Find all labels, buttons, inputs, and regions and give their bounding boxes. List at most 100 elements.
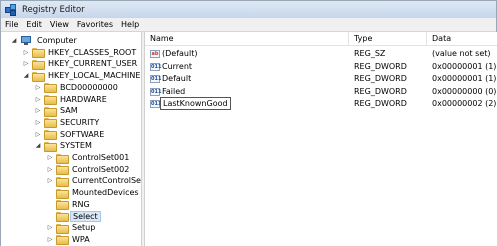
expand-arrow-icon[interactable]: ▷ (34, 95, 42, 103)
menu-help[interactable]: Help (117, 18, 143, 31)
value-data: 0x00000000 (0) (432, 86, 497, 96)
binary-value-icon: 011 (150, 87, 162, 96)
tree-item[interactable]: ▷MountedDevices (46, 187, 141, 199)
expand-arrow-icon[interactable]: ▷ (22, 48, 30, 56)
tree-item-label: MountedDevices (72, 188, 139, 198)
tree-item[interactable]: ▷ SOFTWARE (34, 129, 106, 141)
folder-icon (44, 118, 57, 129)
menu-favorites[interactable]: Favorites (73, 18, 117, 31)
value-row[interactable]: ab (Default) REG_SZ (value not set) (145, 48, 497, 60)
folder-icon (56, 188, 69, 199)
tree-item-label: HKEY_CLASSES_ROOT (48, 47, 137, 57)
expand-arrow-icon[interactable]: ▷ (34, 107, 42, 115)
value-data: 0x00000002 (2) (432, 99, 497, 109)
tree-item[interactable]: ▷ WPA (46, 234, 92, 246)
rename-field[interactable]: LastKnownGood (160, 97, 231, 111)
expand-arrow-icon[interactable]: ▷ (34, 83, 42, 91)
registry-editor-window: Registry Editor File Edit View Favorites… (0, 0, 497, 246)
value-type: REG_SZ (354, 49, 386, 58)
tree-item[interactable]: ▷ SAM (34, 105, 80, 117)
expand-arrow-icon[interactable]: ▷ (46, 154, 54, 162)
folder-icon (56, 223, 69, 234)
folder-icon (32, 59, 45, 70)
menu-file[interactable]: File (1, 18, 22, 31)
value-row[interactable]: 011 Current REG_DWORD 0x00000001 (1) (145, 61, 497, 73)
string-value-icon: ab (150, 50, 160, 58)
folder-icon (56, 212, 69, 222)
tree-item[interactable]: ▷ ControlSet002 (46, 164, 131, 176)
title-bar[interactable]: Registry Editor (1, 1, 496, 18)
value-data: 0x00000001 (1) (432, 74, 497, 84)
tree-item[interactable]: ▷ HKEY_CLASSES_ROOT (22, 47, 138, 59)
menu-bar: File Edit View Favorites Help (1, 18, 496, 32)
tree-item-label: ControlSet002 (72, 164, 130, 174)
column-header-name[interactable]: Name (145, 32, 349, 46)
binary-value-icon: 011 (150, 75, 162, 84)
tree-item-label: Setup (72, 223, 96, 233)
tree-item[interactable]: ◢ HKEY_LOCAL_MACHINE (22, 70, 141, 82)
collapse-arrow-icon[interactable]: ◢ (22, 72, 30, 80)
registry-tree[interactable]: ◢ Computer ▷ HKEY_CLASSES_ROOT ▷ HKEY_CURRENT… (1, 32, 141, 246)
tree-item-label: RNG (72, 199, 90, 209)
window-title: Registry Editor (22, 4, 85, 15)
tree-item[interactable]: ▷Select (46, 210, 101, 222)
registry-editor-icon (5, 3, 17, 16)
tree-item-label: SOFTWARE (60, 129, 105, 139)
value-data: (value not set) (432, 49, 491, 58)
expand-arrow-icon[interactable]: ▷ (34, 118, 42, 126)
expand-arrow-icon[interactable]: ▷ (34, 130, 42, 138)
value-type: REG_DWORD (354, 86, 407, 96)
tree-item[interactable]: ▷ HKEY_CURRENT_USER (22, 58, 139, 70)
tree-item[interactable]: ◢ SYSTEM (34, 140, 94, 152)
value-name: Current (162, 61, 193, 71)
menu-edit[interactable]: Edit (22, 18, 46, 31)
value-name: (Default) (162, 49, 198, 58)
value-name: Default (162, 74, 192, 84)
folder-icon (32, 71, 45, 82)
tree-item[interactable]: ◢ Computer (10, 35, 79, 46)
value-type: REG_DWORD (354, 74, 407, 84)
collapse-arrow-icon[interactable]: ◢ (10, 37, 18, 45)
tree-item[interactable]: ▷ SECURITY (34, 117, 101, 129)
tree-item-label: HARDWARE (60, 94, 107, 104)
tree-item-label: SYSTEM (60, 141, 92, 151)
value-row[interactable]: 011 Default REG_DWORD 0x00000001 (1) (145, 73, 497, 85)
expand-arrow-icon[interactable]: ▷ (46, 224, 54, 232)
tree-item[interactable]: ▷ BCD00000000 (34, 82, 120, 94)
expand-arrow-icon[interactable]: ▷ (46, 177, 54, 185)
tree-item-label: SECURITY (60, 117, 100, 127)
folder-icon (56, 165, 69, 176)
collapse-arrow-icon[interactable]: ◢ (34, 142, 42, 150)
expand-arrow-icon[interactable]: ▷ (22, 60, 30, 68)
folder-icon (44, 95, 57, 105)
binary-value-icon: 011 (150, 62, 162, 71)
tree-item-label: Computer (37, 36, 77, 45)
tree-item-label: ControlSet001 (72, 153, 130, 162)
values-list[interactable]: Name Type Data ab (Default) REG_SZ (value n… (145, 32, 497, 246)
tree-item-label: BCD00000000 (60, 82, 118, 92)
column-header-data[interactable]: Data (427, 32, 497, 46)
tree-item-label: CurrentControlSet (72, 176, 141, 186)
value-data: 0x00000001 (1) (432, 61, 497, 71)
value-row[interactable]: 011 LastKnownGood REG_DWORD 0x00000002 (2) (145, 97, 497, 111)
tree-item[interactable]: ▷ Setup (46, 222, 97, 234)
folder-icon (44, 141, 57, 152)
value-row[interactable]: 011 Failed REG_DWORD 0x00000000 (0) (145, 86, 497, 98)
tree-item-label: SAM (60, 106, 78, 116)
folder-icon (56, 153, 69, 164)
tree-item[interactable]: ▷ HARDWARE (34, 94, 109, 105)
value-name: Failed (162, 86, 186, 96)
folder-icon (44, 83, 57, 94)
tree-item[interactable]: ▷ CurrentControlSet (46, 175, 141, 187)
column-header-type[interactable]: Type (349, 32, 427, 46)
folder-icon (44, 130, 57, 141)
folder-icon (56, 176, 69, 187)
tree-item[interactable]: ▷RNG (46, 199, 92, 211)
tree-item-label: HKEY_LOCAL_MACHINE (48, 71, 141, 81)
expand-arrow-icon[interactable]: ▷ (46, 165, 54, 173)
folder-icon (44, 106, 57, 117)
expand-arrow-icon[interactable]: ▷ (46, 235, 54, 243)
menu-view[interactable]: View (46, 18, 73, 31)
tree-item[interactable]: ▷ ControlSet001 (46, 152, 131, 164)
value-type: REG_DWORD (354, 99, 407, 109)
